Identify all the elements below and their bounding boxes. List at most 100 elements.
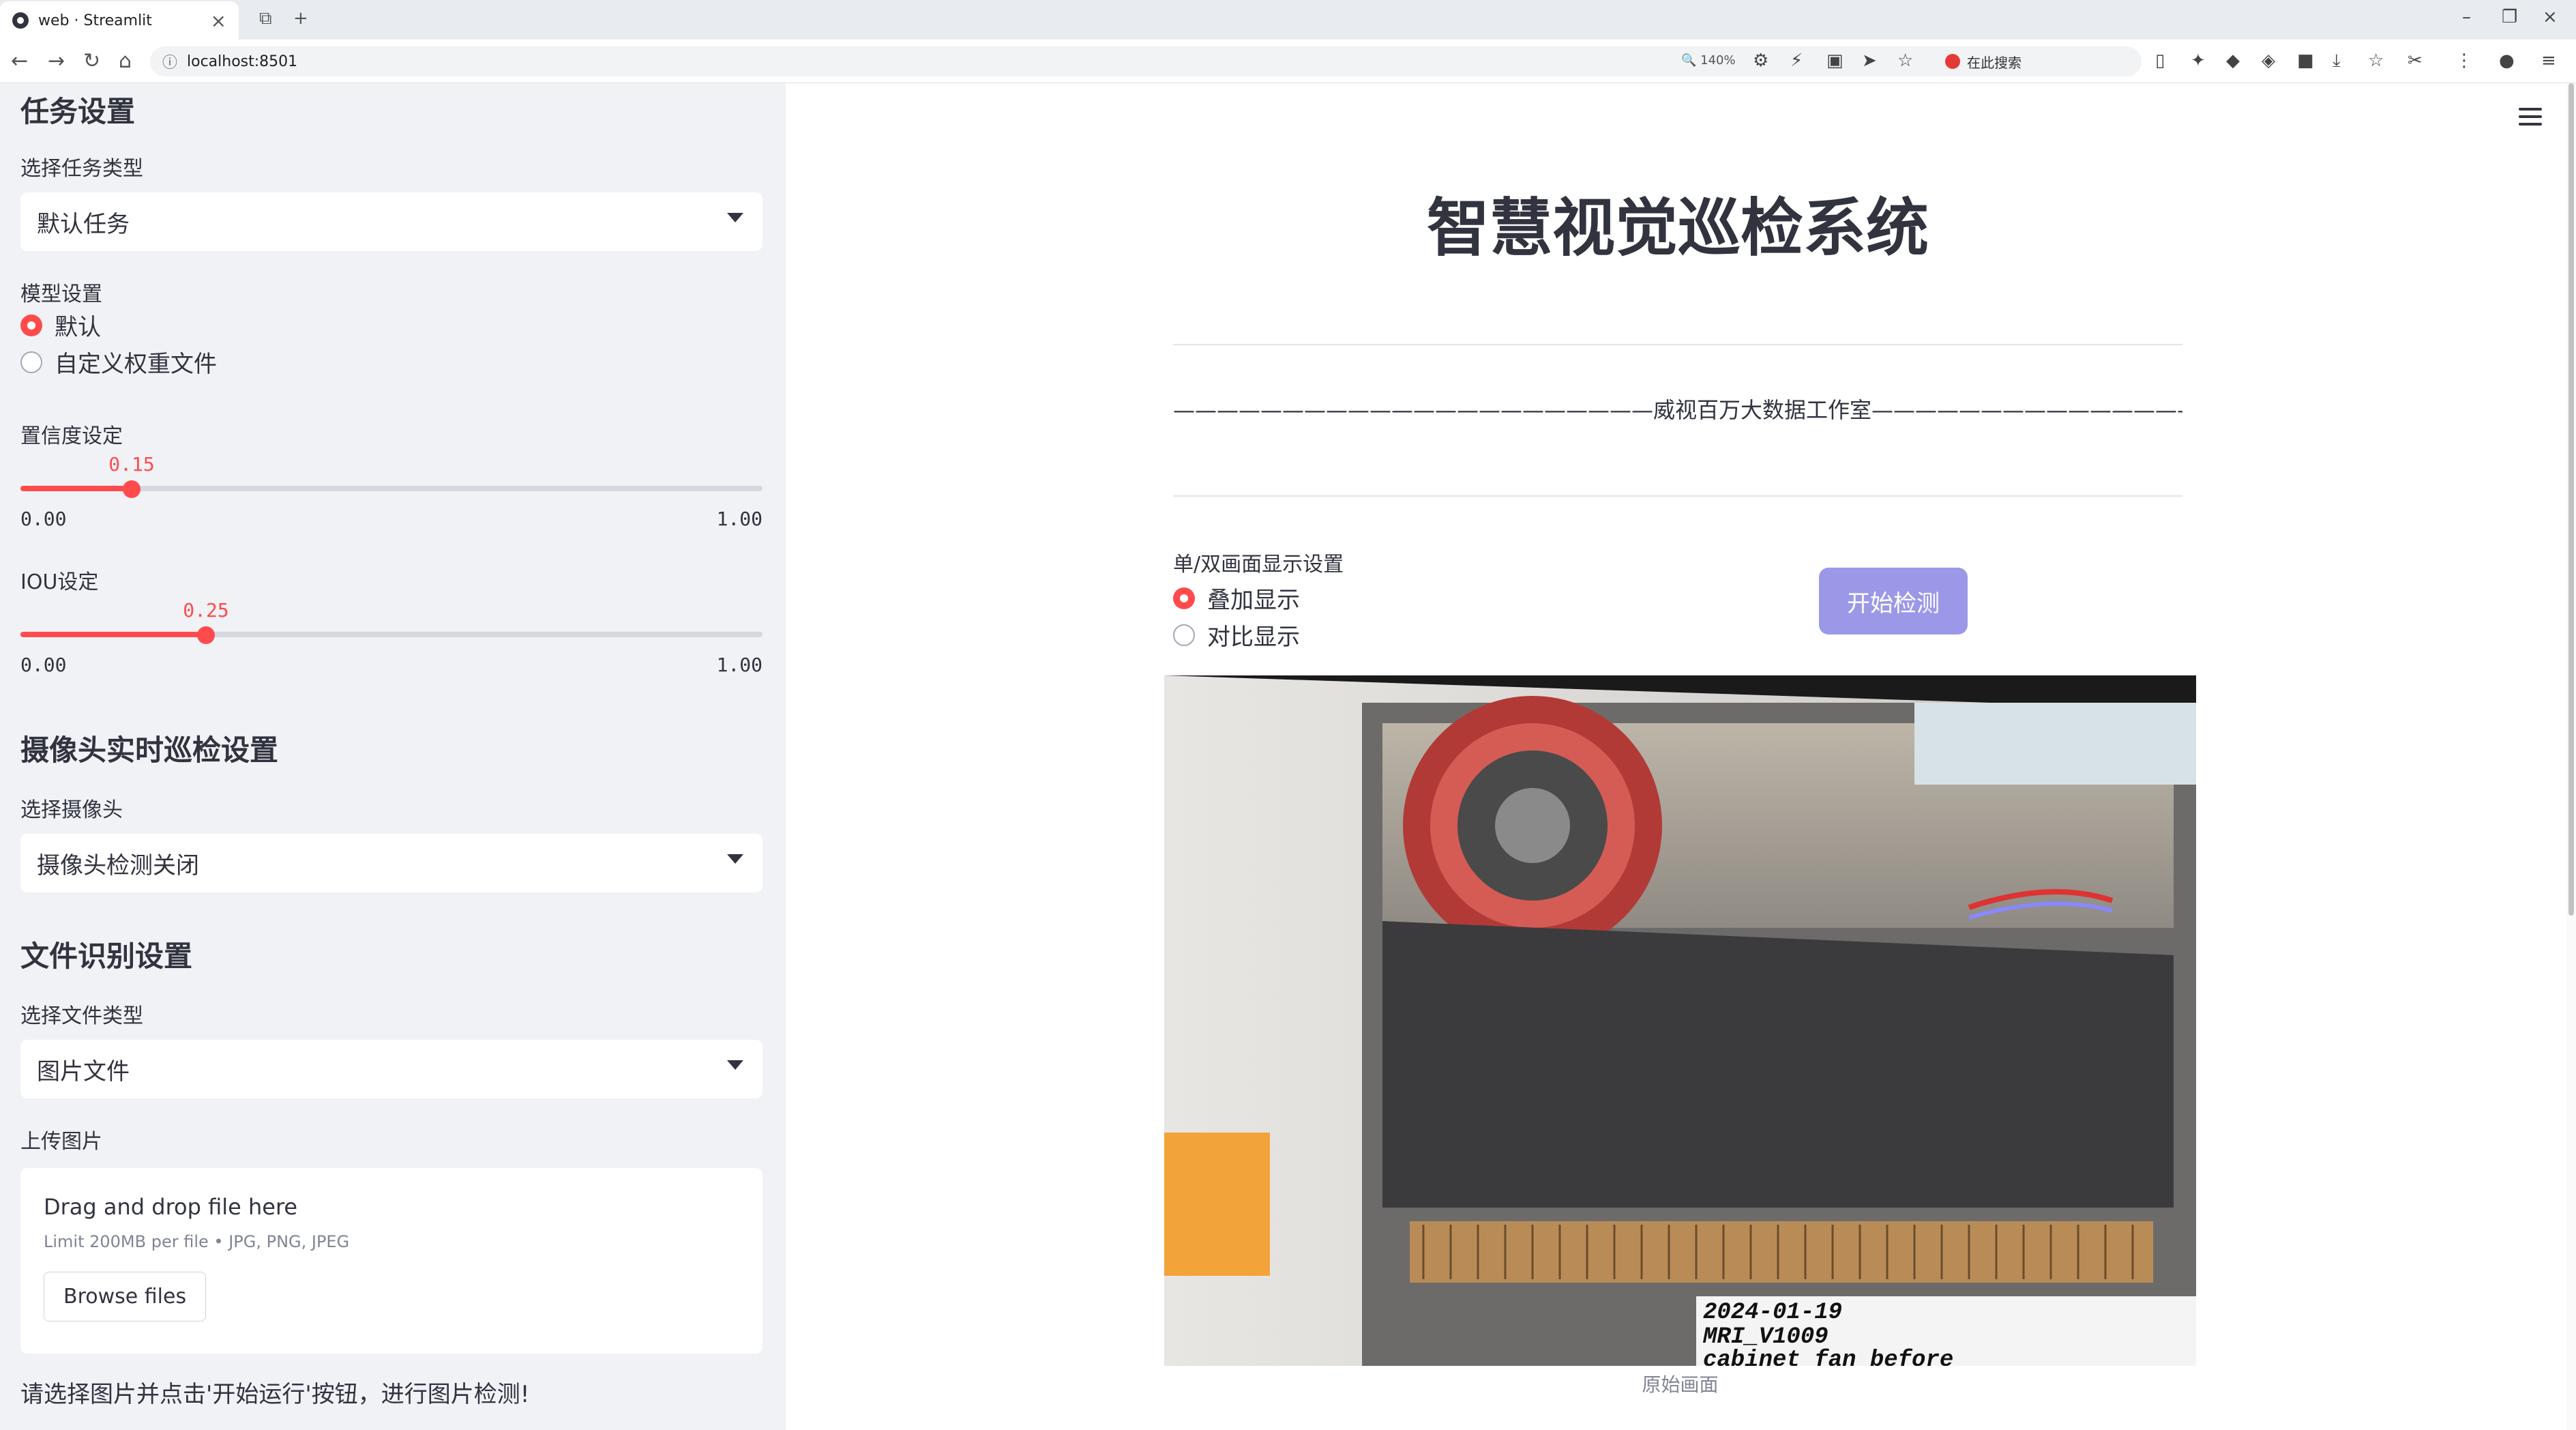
lightning-icon[interactable]: ⚡ — [1790, 50, 1803, 71]
slider-value: 0.25 — [183, 599, 229, 622]
slider-min: 0.00 — [20, 654, 67, 676]
browser-menu-icon[interactable]: ≡ — [2541, 50, 2556, 71]
bookmark-star-icon[interactable]: ☆ — [1897, 50, 1913, 71]
download-icon[interactable]: ⤓ — [2333, 50, 2341, 72]
file-type-value: 图片文件 — [37, 1057, 130, 1085]
extension-2-icon[interactable]: ◆ — [2226, 50, 2240, 71]
browse-files-button[interactable]: Browse files — [44, 1272, 207, 1322]
divider — [1173, 344, 2182, 345]
file-type-label: 选择文件类型 — [20, 1004, 143, 1028]
home-icon[interactable]: ⌂ — [119, 49, 132, 73]
camera-select[interactable]: 摄像头检测关闭 — [20, 834, 763, 892]
scrollbar-thumb[interactable] — [2568, 83, 2574, 916]
tab-title: web · Streamlit — [38, 12, 152, 29]
slider-thumb[interactable] — [123, 480, 140, 498]
display-mode-label: 单/双画面显示设置 — [1173, 553, 1344, 577]
upload-limit: Limit 200MB per file • JPG, PNG, JPEG — [44, 1232, 350, 1251]
more-menu-icon[interactable]: ⋮ — [2455, 50, 2473, 71]
model-option-label: 默认 — [55, 314, 101, 341]
search-engine-icon — [1945, 54, 1960, 69]
sidebar: 任务设置 选择任务类型 默认任务 模型设置 默认 自定义权重文件 置信度设定 0… — [0, 83, 786, 1430]
site-info-icon[interactable]: ⓘ — [162, 50, 177, 72]
slider-fill — [20, 632, 206, 637]
slider-value: 0.15 — [108, 453, 155, 476]
display-option-label: 叠加显示 — [1207, 587, 1300, 614]
confidence-label: 置信度设定 — [20, 424, 123, 448]
display-option-label: 对比显示 — [1207, 624, 1300, 651]
file-uploader[interactable]: Drag and drop file here Limit 200MB per … — [20, 1168, 763, 1354]
task-section-title: 任务设置 — [20, 95, 136, 128]
favorites-icon[interactable]: ☆ — [2368, 50, 2384, 71]
forward-icon[interactable]: → — [48, 49, 65, 73]
divider — [1173, 495, 2182, 497]
radio-unselected-icon — [20, 351, 42, 373]
restore-icon[interactable]: ❐ — [2502, 7, 2517, 27]
scrollbar[interactable] — [2566, 83, 2576, 1430]
start-detection-button[interactable]: 开始检测 — [1819, 568, 1968, 634]
phone-icon[interactable]: ▯ — [2155, 50, 2165, 71]
close-tab-icon[interactable]: × — [211, 10, 226, 32]
model-option-label: 自定义权重文件 — [55, 351, 217, 378]
slider-thumb[interactable] — [197, 626, 215, 644]
chevron-down-icon — [727, 1060, 743, 1070]
url-text: localhost:8501 — [187, 53, 298, 70]
reload-icon[interactable]: ↻ — [83, 49, 100, 73]
photo-date-text: 2024-01-19 — [1703, 1300, 1842, 1326]
extension-4-icon[interactable]: ■ — [2297, 50, 2314, 71]
page-subtitle: ——————————————————————威视百万大数据工作室————————… — [1173, 397, 2182, 423]
browser-tab[interactable]: web · Streamlit × — [0, 1, 239, 40]
streamlit-favicon-icon — [12, 12, 29, 29]
file-section-title: 文件识别设置 — [20, 939, 193, 973]
confidence-slider[interactable]: 0.15 0.00 1.00 — [20, 453, 763, 530]
upload-label: 上传图片 — [20, 1130, 102, 1154]
model-label: 模型设置 — [20, 282, 102, 306]
main-content: 智慧视觉巡检系统 ——————————————————————威视百万大数据工作… — [786, 83, 2576, 1430]
display-radio-overlay[interactable]: 叠加显示 — [1173, 581, 1300, 615]
screenshot-icon[interactable]: ✂ — [2408, 50, 2423, 71]
slider-max: 1.00 — [716, 508, 763, 530]
camera-section-title: 摄像头实时巡检设置 — [20, 733, 279, 767]
browser-tab-bar: web · Streamlit × ⧉ + – ❐ × — [0, 0, 2576, 40]
back-icon[interactable]: ← — [11, 49, 28, 73]
image-caption: 原始画面 — [1642, 1373, 1719, 1396]
source-image: 2024-01-19 MRI_V1009 cabinet_fan_before — [1164, 675, 2196, 1366]
minimize-icon[interactable]: – — [2462, 7, 2471, 27]
new-tab-icon[interactable]: + — [293, 8, 308, 29]
camera-label: 选择摄像头 — [20, 798, 123, 822]
task-type-value: 默认任务 — [37, 210, 130, 238]
upload-title: Drag and drop file here — [44, 1194, 298, 1220]
radio-selected-icon — [20, 314, 42, 336]
iou-slider[interactable]: 0.25 0.00 1.00 — [20, 599, 763, 676]
translate-icon[interactable]: ⚙ — [1753, 50, 1768, 71]
photo-id-text: MRI_V1009 — [1702, 1324, 1829, 1350]
profile-avatar-icon[interactable]: ● — [2499, 50, 2515, 71]
task-type-label: 选择任务类型 — [20, 157, 143, 181]
radio-unselected-icon — [1173, 624, 1195, 646]
model-radio-default[interactable]: 默认 — [20, 308, 101, 342]
photo-label-text: cabinet_fan_before — [1703, 1347, 1953, 1366]
camera-value: 摄像头检测关闭 — [37, 851, 199, 879]
extension-icon[interactable]: ✦ — [2191, 50, 2206, 71]
upload-hint: 请选择图片并点击'开始运行'按钮，进行图片检测! — [20, 1381, 530, 1408]
reader-icon[interactable]: ▣ — [1826, 50, 1844, 71]
iou-label: IOU设定 — [20, 570, 99, 594]
hamburger-menu-icon[interactable] — [2519, 108, 2542, 126]
zoom-indicator[interactable]: 🔍 140% — [1681, 53, 1736, 68]
tab-groups-icon[interactable]: ⧉ — [259, 8, 272, 29]
slider-min: 0.00 — [20, 508, 67, 530]
address-bar: ← → ↻ ⌂ ⓘ localhost:8501 🔍 140% ⚙ ⚡ ▣ ➤ … — [0, 40, 2576, 83]
chevron-down-icon — [727, 854, 743, 864]
share-icon[interactable]: ➤ — [1862, 50, 1877, 71]
chevron-down-icon — [727, 213, 743, 222]
file-type-select[interactable]: 图片文件 — [20, 1040, 763, 1098]
search-placeholder: 在此搜索 — [1967, 54, 2022, 71]
task-type-select[interactable]: 默认任务 — [20, 192, 763, 251]
slider-max: 1.00 — [716, 654, 763, 676]
close-window-icon[interactable]: × — [2543, 7, 2558, 27]
model-radio-custom[interactable]: 自定义权重文件 — [20, 345, 217, 379]
display-radio-compare[interactable]: 对比显示 — [1173, 618, 1300, 652]
browser-search[interactable]: 在此搜索 — [1937, 48, 2135, 75]
page-title: 智慧视觉巡检系统 — [1426, 192, 1929, 265]
slider-fill — [20, 486, 132, 491]
extension-3-icon[interactable]: ◈ — [2262, 50, 2275, 71]
